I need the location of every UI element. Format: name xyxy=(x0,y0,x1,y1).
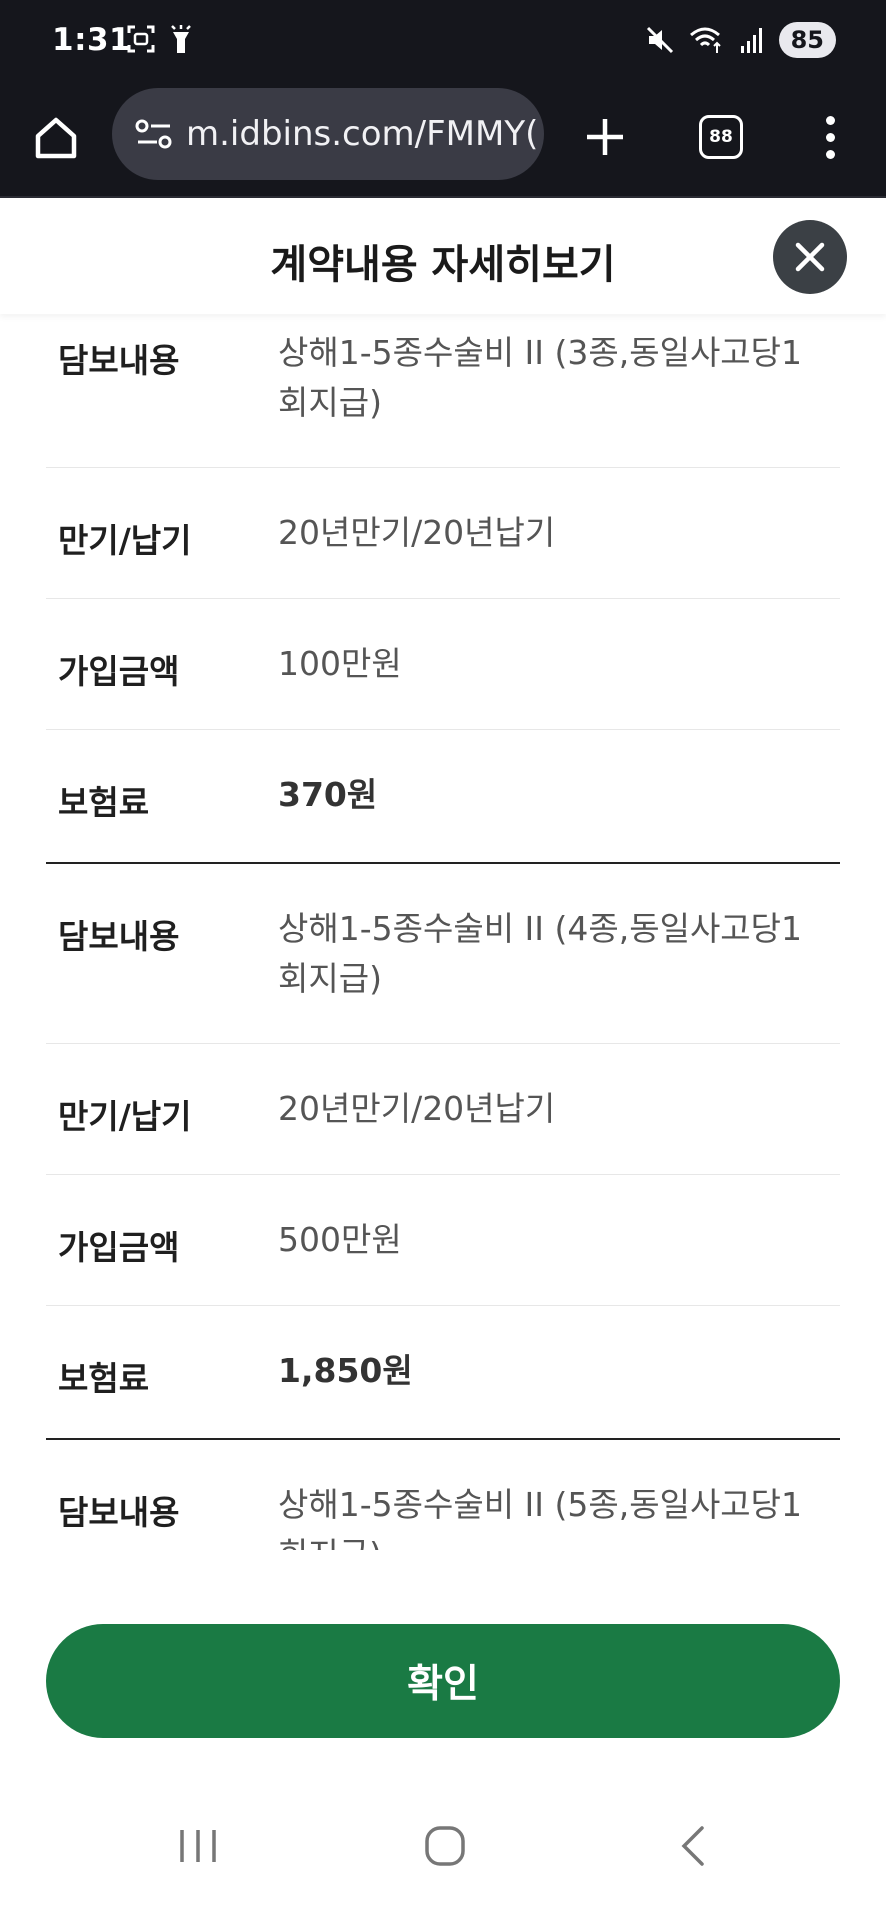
back-button[interactable] xyxy=(654,1806,734,1886)
row-label: 보험료 xyxy=(58,783,150,822)
mute-icon xyxy=(646,26,673,54)
row-value: 상해1-5종수술비 II (3종,동일사고당1회지급) xyxy=(278,333,803,422)
more-vert-icon-dot xyxy=(825,149,835,159)
tab-count: 88 xyxy=(699,115,743,159)
table-row: 보험료 370원 xyxy=(46,730,840,864)
new-tab-button[interactable] xyxy=(574,106,636,168)
modal-header: 계약내용 자세히보기 xyxy=(0,200,886,314)
confirm-button[interactable]: 확인 xyxy=(46,1624,840,1738)
status-right-icons: 85 xyxy=(645,22,836,58)
plus-icon xyxy=(587,119,623,155)
battery-indicator: 85 xyxy=(778,22,836,58)
row-value: 상해1-5종수술비 II (5종,동일사고당1회지급) xyxy=(278,1485,803,1550)
home-circle-icon xyxy=(425,1826,465,1866)
row-value: 상해1-5종수술비 II (4종,동일사고당1회지급) xyxy=(278,909,803,998)
system-nav-bar xyxy=(0,1770,886,1920)
row-value: 20년만기/20년납기 xyxy=(278,1089,556,1128)
row-label: 만기/납기 xyxy=(58,521,192,560)
browser-toolbar: m.idbins.com/FMMY( 88 xyxy=(0,82,886,198)
row-value: 500만원 xyxy=(278,1220,402,1259)
wifi-icon xyxy=(689,27,721,53)
row-label: 만기/납기 xyxy=(58,1097,192,1136)
row-label: 담보내용 xyxy=(58,341,180,380)
flashlight-icon xyxy=(171,25,191,53)
table-row: 담보내용 상해1-5종수술비 II (3종,동일사고당1회지급) xyxy=(46,314,840,468)
row-value: 100만원 xyxy=(278,644,402,683)
browser-menu-button[interactable] xyxy=(808,106,852,168)
table-row: 만기/납기 20년만기/20년납기 xyxy=(46,468,840,599)
more-vert-icon xyxy=(825,115,835,125)
screenshot-icon xyxy=(127,25,155,53)
address-bar[interactable]: m.idbins.com/FMMY( xyxy=(112,88,544,180)
home-nav-button[interactable] xyxy=(405,1806,485,1886)
recent-apps-button[interactable] xyxy=(158,1806,238,1886)
table-row: 가입금액 500만원 xyxy=(46,1175,840,1306)
more-vert-icon-dot xyxy=(825,132,835,142)
status-left-icons xyxy=(126,24,194,56)
table-row: 담보내용 상해1-5종수술비 II (5종,동일사고당1회지급) xyxy=(46,1440,840,1550)
signal-icon xyxy=(740,28,762,53)
recent-apps-icon xyxy=(180,1830,216,1862)
confirm-area: 확인 xyxy=(0,1550,886,1770)
status-time: 1:31 xyxy=(52,22,132,58)
tab-switcher-button[interactable]: 88 xyxy=(694,110,748,164)
premium-value: 1,850원 xyxy=(278,1351,413,1390)
site-settings-icon[interactable] xyxy=(130,110,178,158)
back-icon xyxy=(681,1826,704,1866)
home-icon xyxy=(35,117,77,159)
premium-value: 370원 xyxy=(278,775,378,814)
row-label: 담보내용 xyxy=(58,917,180,956)
row-label: 보험료 xyxy=(58,1359,150,1398)
status-bar: 1:31 85 xyxy=(0,0,886,82)
table-row: 담보내용 상해1-5종수술비 II (4종,동일사고당1회지급) xyxy=(46,864,840,1044)
table-row: 보험료 1,850원 xyxy=(46,1306,840,1440)
home-button[interactable] xyxy=(28,110,84,166)
table-row: 만기/납기 20년만기/20년납기 xyxy=(46,1044,840,1175)
modal-title: 계약내용 자세히보기 xyxy=(270,242,616,288)
row-label: 가입금액 xyxy=(58,1228,180,1267)
close-button[interactable] xyxy=(773,220,847,294)
row-value: 20년만기/20년납기 xyxy=(278,513,556,552)
table-row: 가입금액 100만원 xyxy=(46,599,840,730)
close-icon xyxy=(795,242,825,272)
contract-detail-list[interactable]: 담보내용 상해1-5종수술비 II (3종,동일사고당1회지급) 만기/납기 2… xyxy=(46,314,840,1550)
url-text: m.idbins.com/FMMY( xyxy=(186,114,539,154)
row-label: 가입금액 xyxy=(58,652,180,691)
row-label: 담보내용 xyxy=(58,1493,180,1532)
